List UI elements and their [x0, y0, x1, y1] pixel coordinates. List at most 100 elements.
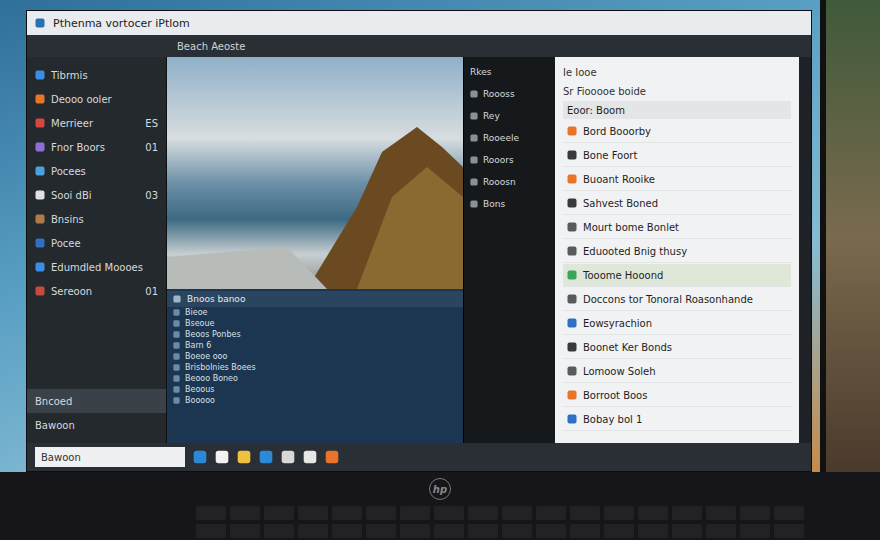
file-row[interactable]: Beooo Boneo: [167, 373, 463, 384]
file-icon: [173, 331, 180, 338]
key[interactable]: [570, 506, 600, 520]
details-item[interactable]: Bord Booorby: [563, 120, 791, 143]
file-icon: [173, 386, 180, 393]
key[interactable]: [502, 506, 532, 520]
details-item[interactable]: Buoant Rooike: [563, 168, 791, 191]
doc-icon: [567, 390, 577, 400]
key[interactable]: [672, 524, 702, 538]
doc-icon: [567, 270, 577, 280]
folder-icon: [35, 118, 45, 128]
key[interactable]: [638, 506, 668, 520]
key[interactable]: [468, 506, 498, 520]
key[interactable]: [196, 506, 226, 520]
file-row[interactable]: Bieoe: [167, 307, 463, 318]
details-filter[interactable]: Eoor: Boom: [563, 101, 791, 119]
key[interactable]: [332, 524, 362, 538]
key[interactable]: [230, 506, 260, 520]
details-item[interactable]: Eowsyrachion: [563, 312, 791, 335]
key[interactable]: [740, 524, 770, 538]
file-row[interactable]: Boeoe ooo: [167, 351, 463, 362]
details-item[interactable]: Bone Foort: [563, 144, 791, 167]
details-item[interactable]: Boonet Ker Bonds: [563, 336, 791, 359]
file-row[interactable]: Barn 6: [167, 340, 463, 351]
key[interactable]: [570, 524, 600, 538]
key[interactable]: [706, 524, 736, 538]
key[interactable]: [536, 506, 566, 520]
sidebar-item[interactable]: Bnsins: [27, 207, 166, 231]
key[interactable]: [604, 506, 634, 520]
sidebar-footer-item[interactable]: Bncoed: [27, 389, 166, 413]
details-item[interactable]: Sahvest Boned: [563, 192, 791, 215]
key[interactable]: [536, 524, 566, 538]
item-icon: [470, 200, 478, 208]
key[interactable]: [264, 506, 294, 520]
sidebar-item[interactable]: Sereoon01: [27, 279, 166, 303]
key[interactable]: [740, 506, 770, 520]
brand-logo: hp: [429, 478, 451, 500]
app-icon: [325, 450, 339, 464]
key[interactable]: [332, 506, 362, 520]
folder-row[interactable]: Rooosn: [464, 171, 555, 193]
item-icon: [470, 134, 478, 142]
key[interactable]: [434, 524, 464, 538]
folder-row[interactable]: Bons: [464, 193, 555, 215]
sidebar-footer-item[interactable]: Bawoon: [27, 413, 166, 437]
file-row[interactable]: Brisbolnies Boees: [167, 362, 463, 373]
folder-row[interactable]: Roooss: [464, 83, 555, 105]
key[interactable]: [366, 506, 396, 520]
key[interactable]: [298, 506, 328, 520]
file-row[interactable]: Beoos Ponbes: [167, 329, 463, 340]
details-item[interactable]: Borroot Boos: [563, 384, 791, 407]
file-row[interactable]: Booooo: [167, 395, 463, 406]
details-item[interactable]: Tooome Hooond: [563, 264, 791, 287]
file-list: Bnoos banooBieoeBseoueBeoos PonbesBarn 6…: [167, 289, 463, 443]
doc-icon: [567, 126, 577, 136]
photo-preview: [167, 57, 463, 289]
details-item[interactable]: Lomoow Soleh: [563, 360, 791, 383]
folder-icon: [35, 70, 45, 80]
key[interactable]: [264, 524, 294, 538]
folder-row[interactable]: Rey: [464, 105, 555, 127]
sidebar-item[interactable]: Pocees: [27, 159, 166, 183]
details-item[interactable]: Bobay bol 1: [563, 408, 791, 431]
key[interactable]: [298, 524, 328, 538]
sidebar-item[interactable]: Sooi dBi03: [27, 183, 166, 207]
details-item[interactable]: Doccons tor Tonoral Roasonhande: [563, 288, 791, 311]
key[interactable]: [774, 524, 804, 538]
key[interactable]: [638, 524, 668, 538]
key[interactable]: [706, 506, 736, 520]
folder-icon: [35, 94, 45, 104]
key[interactable]: [774, 506, 804, 520]
folder-row[interactable]: Rooeele: [464, 127, 555, 149]
key[interactable]: [468, 524, 498, 538]
folder-row[interactable]: Rooors: [464, 149, 555, 171]
key[interactable]: [400, 524, 430, 538]
search-field[interactable]: Bawoon: [35, 447, 185, 467]
sidebar-item[interactable]: Edumdled Moooes: [27, 255, 166, 279]
key[interactable]: [672, 506, 702, 520]
sidebar-item[interactable]: Pocee: [27, 231, 166, 255]
key[interactable]: [604, 524, 634, 538]
sidebar-item[interactable]: Fnor Boors01: [27, 135, 166, 159]
key[interactable]: [434, 506, 464, 520]
folder-icon: [35, 262, 45, 272]
key[interactable]: [502, 524, 532, 538]
details-item[interactable]: Eduooted Bnig thusy: [563, 240, 791, 263]
file-row[interactable]: Beoous: [167, 384, 463, 395]
file-row[interactable]: Bseoue: [167, 318, 463, 329]
sidebar-item[interactable]: Deooo ooler: [27, 87, 166, 111]
doc-icon: [567, 294, 577, 304]
app-icon: [259, 450, 273, 464]
key[interactable]: [400, 506, 430, 520]
key[interactable]: [230, 524, 260, 538]
item-icon: [470, 156, 478, 164]
app-icon: [35, 18, 45, 28]
folder-icon: [35, 286, 45, 296]
sidebar-item[interactable]: Tibrmis: [27, 63, 166, 87]
key[interactable]: [366, 524, 396, 538]
doc-icon: [567, 318, 577, 328]
sidebar-item[interactable]: MerrieerES: [27, 111, 166, 135]
details-item[interactable]: Mourt bome Bonlet: [563, 216, 791, 239]
key[interactable]: [196, 524, 226, 538]
list-icon: [173, 295, 181, 303]
